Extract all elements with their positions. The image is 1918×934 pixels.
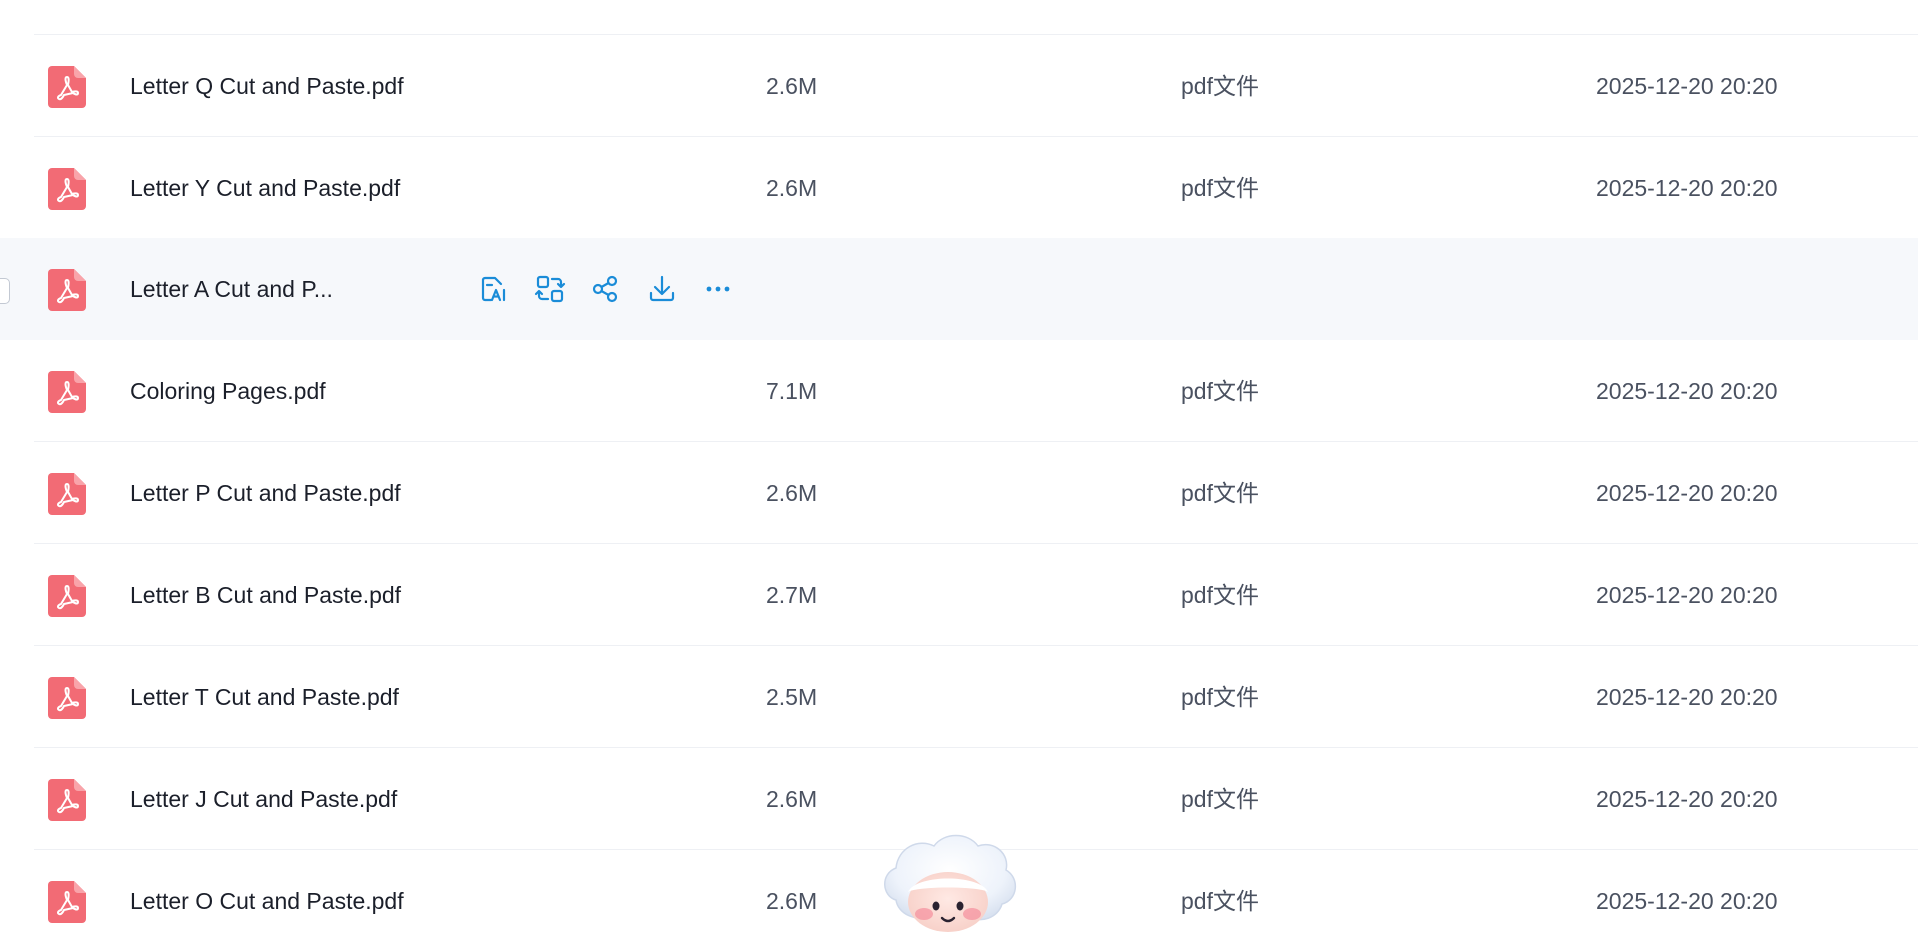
file-type: pdf文件 [1181, 684, 1259, 710]
pdf-file-icon [48, 473, 86, 515]
pdf-file-icon [48, 779, 86, 821]
pdf-file-icon [48, 677, 86, 719]
file-size: 2.6M [766, 888, 818, 914]
file-name[interactable]: Letter B Cut and Paste.pdf [130, 544, 401, 646]
file-type: pdf文件 [1181, 888, 1259, 914]
pdf-file-icon [48, 66, 86, 108]
file-name[interactable]: Letter Y Cut and Paste.pdf [130, 137, 400, 239]
file-date: 2025-12-20 20:20 [1596, 582, 1778, 608]
file-size: 7.1M [766, 378, 818, 404]
pdf-file-icon [48, 269, 86, 311]
file-type: pdf文件 [1181, 786, 1259, 812]
pdf-file-icon [48, 575, 86, 617]
file-date: 2025-12-20 20:20 [1596, 73, 1778, 99]
file-size: 2.6M [766, 175, 818, 201]
file-name[interactable]: Letter P Cut and Paste.pdf [130, 442, 401, 544]
download-icon[interactable] [646, 273, 678, 305]
file-row[interactable]: Letter P Cut and Paste.pdf 2.6M pdf文件 20… [0, 442, 1918, 544]
convert-icon[interactable] [534, 273, 566, 305]
file-row[interactable]: Coloring Pages.pdf 7.1M pdf文件 2025-12-20… [0, 340, 1918, 442]
share-icon[interactable] [589, 273, 621, 305]
file-date: 2025-12-20 20:20 [1596, 175, 1778, 201]
file-date: 2025-12-20 20:20 [1596, 378, 1778, 404]
file-type: pdf文件 [1181, 480, 1259, 506]
assistant-mascot-icon[interactable] [878, 830, 1018, 934]
file-date: 2025-12-20 20:20 [1596, 684, 1778, 710]
file-size: 2.5M [766, 684, 818, 710]
row-checkbox[interactable] [0, 278, 10, 304]
file-row[interactable]: Letter Y Cut and Paste.pdf 2.6M pdf文件 20… [0, 137, 1918, 239]
file-date: 2025-12-20 20:20 [1596, 786, 1778, 812]
file-name[interactable]: Letter O Cut and Paste.pdf [130, 850, 404, 934]
file-type: pdf文件 [1181, 582, 1259, 608]
file-row[interactable]: Letter B Cut and Paste.pdf 2.7M pdf文件 20… [0, 544, 1918, 646]
file-name[interactable]: Letter A Cut and P... [130, 238, 333, 340]
pdf-file-icon [48, 371, 86, 413]
file-type: pdf文件 [1181, 378, 1259, 404]
file-size: 2.6M [766, 786, 818, 812]
file-date: 2025-12-20 20:20 [1596, 888, 1778, 914]
file-name[interactable]: Letter Q Cut and Paste.pdf [130, 35, 404, 137]
pdf-file-icon [48, 881, 86, 923]
file-name[interactable]: Coloring Pages.pdf [130, 340, 326, 442]
ai-summary-icon[interactable] [478, 273, 510, 305]
file-date: 2025-12-20 20:20 [1596, 480, 1778, 506]
file-row[interactable]: Letter Q Cut and Paste.pdf 2.6M pdf文件 20… [0, 35, 1918, 137]
file-type: pdf文件 [1181, 175, 1259, 201]
file-size: 2.6M [766, 480, 818, 506]
file-list: Letter Q Cut and Paste.pdf 2.6M pdf文件 20… [0, 0, 1918, 934]
file-type: pdf文件 [1181, 73, 1259, 99]
file-row-hovered[interactable]: Letter A Cut and P... [0, 238, 1918, 340]
pdf-file-icon [48, 168, 86, 210]
more-icon[interactable] [702, 273, 734, 305]
file-size: 2.6M [766, 73, 818, 99]
file-row[interactable]: Letter T Cut and Paste.pdf 2.5M pdf文件 20… [0, 646, 1918, 748]
file-size: 2.7M [766, 582, 818, 608]
file-name[interactable]: Letter T Cut and Paste.pdf [130, 646, 399, 748]
file-name[interactable]: Letter J Cut and Paste.pdf [130, 748, 397, 850]
